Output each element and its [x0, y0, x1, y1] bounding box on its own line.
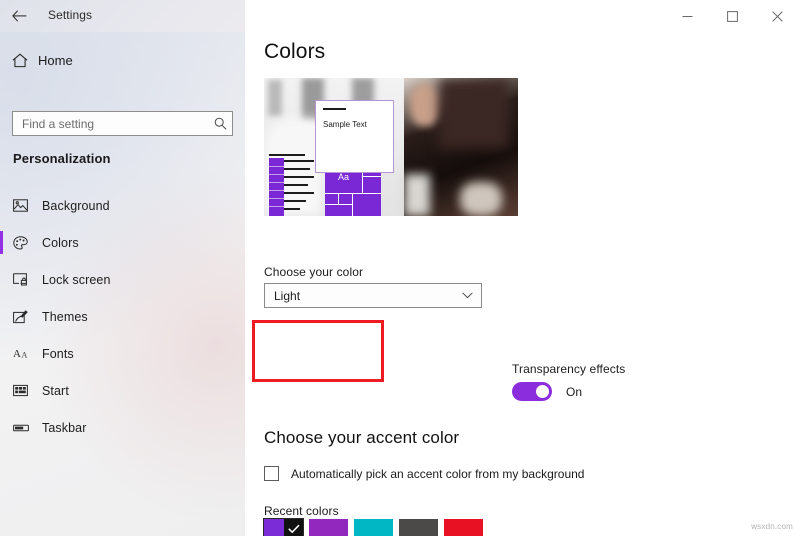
preview-blur-shape	[439, 78, 509, 148]
check-icon	[284, 519, 303, 536]
fonts-aa-icon: A A	[13, 347, 42, 360]
home-label: Home	[38, 52, 73, 68]
preview-menu-lines	[284, 154, 318, 216]
choose-color-dropdown[interactable]: Light	[264, 283, 482, 308]
sidebar-item-taskbar[interactable]: Taskbar	[0, 409, 245, 446]
back-button[interactable]	[6, 4, 32, 28]
accent-color-heading: Choose your accent color	[264, 428, 460, 447]
svg-text:A: A	[13, 348, 21, 360]
sidebar-item-label: Fonts	[42, 346, 74, 361]
preview-window-title-line	[323, 108, 346, 110]
back-arrow-icon	[11, 10, 27, 22]
sidebar-item-label: Start	[42, 383, 69, 398]
search-input[interactable]	[13, 112, 208, 135]
recent-colors-swatches	[263, 518, 483, 536]
home-icon	[0, 53, 40, 68]
color-swatch[interactable]	[263, 518, 304, 536]
start-tiles-icon	[13, 384, 42, 397]
preview-blur-shape	[460, 182, 502, 216]
recent-colors-label: Recent colors	[264, 504, 339, 518]
sidebar-item-label: Themes	[42, 309, 88, 324]
preview-blur-shape	[410, 84, 440, 126]
sidebar-item-start[interactable]: Start	[0, 372, 245, 409]
minimize-button[interactable]	[665, 0, 710, 32]
auto-pick-accent-row[interactable]: Automatically pick an accent color from …	[264, 466, 584, 481]
choose-color-value: Light	[274, 288, 301, 303]
selection-indicator	[0, 231, 3, 254]
title-bar-left-pane	[0, 0, 245, 32]
color-swatch[interactable]	[309, 519, 348, 536]
color-swatch[interactable]	[399, 519, 438, 536]
choose-color-label: Choose your color	[264, 265, 364, 279]
preview-blur-shape	[404, 174, 430, 216]
maximize-icon	[727, 10, 738, 22]
auto-pick-accent-label: Automatically pick an accent color from …	[291, 466, 585, 481]
theme-preview: Aa Sample Text	[264, 78, 518, 216]
lock-screen-icon	[13, 273, 42, 286]
svg-text:A: A	[22, 351, 28, 360]
maximize-button[interactable]	[710, 0, 755, 32]
background-image-icon	[13, 199, 42, 212]
sidebar-item-home[interactable]: Home	[0, 43, 245, 77]
sidebar-item-colors[interactable]: Colors	[0, 224, 245, 261]
sidebar-item-themes[interactable]: Themes	[0, 298, 245, 335]
toggle-knob	[536, 385, 549, 398]
highlight-annotation-box	[252, 320, 384, 382]
color-swatch[interactable]	[354, 519, 393, 536]
sidebar-item-label: Colors	[42, 235, 79, 250]
search-icon	[208, 117, 232, 130]
settings-window: Settings Home Find a setting Personaliza…	[0, 0, 800, 536]
sidebar-item-lock-screen[interactable]: Lock screen	[0, 261, 245, 298]
chevron-down-icon	[462, 292, 481, 299]
preview-sample-text: Sample Text	[323, 120, 367, 129]
transparency-effects-state: On	[566, 384, 583, 399]
transparency-effects-toggle-row[interactable]: On	[512, 382, 582, 401]
sidebar-nav-list: Background Colors Lock screen Themes A A…	[0, 187, 245, 446]
sidebar-item-label: Background	[42, 198, 110, 213]
window-controls	[665, 0, 800, 32]
taskbar-icon	[13, 423, 42, 433]
sidebar-item-fonts[interactable]: A A Fonts	[0, 335, 245, 372]
window-title: Settings	[48, 8, 93, 22]
search-box[interactable]	[12, 111, 233, 136]
sidebar-section-title: Personalization	[13, 151, 111, 166]
close-button[interactable]	[755, 0, 800, 32]
transparency-effects-toggle[interactable]	[512, 382, 552, 401]
watermark: wsxdn.com	[751, 522, 793, 531]
minimize-icon	[682, 11, 693, 22]
main-content: Colors Aa Sample Text Choose your color …	[245, 32, 800, 536]
themes-brush-icon	[13, 309, 42, 324]
color-swatch[interactable]	[444, 519, 483, 536]
page-title: Colors	[264, 40, 326, 63]
preview-sample-window: Sample Text	[315, 100, 394, 173]
title-bar: Settings	[0, 0, 800, 32]
preview-start-rail	[269, 158, 284, 216]
color-palette-icon	[13, 235, 42, 250]
auto-pick-accent-checkbox[interactable]	[264, 466, 279, 481]
sidebar-item-label: Lock screen	[42, 272, 111, 287]
transparency-effects-label: Transparency effects	[512, 362, 626, 376]
close-icon	[772, 10, 783, 22]
sidebar-item-label: Taskbar	[42, 420, 87, 435]
preview-blur-shape	[268, 80, 282, 116]
sidebar: Home Personalization	[0, 32, 245, 536]
sidebar-item-background[interactable]: Background	[0, 187, 245, 224]
